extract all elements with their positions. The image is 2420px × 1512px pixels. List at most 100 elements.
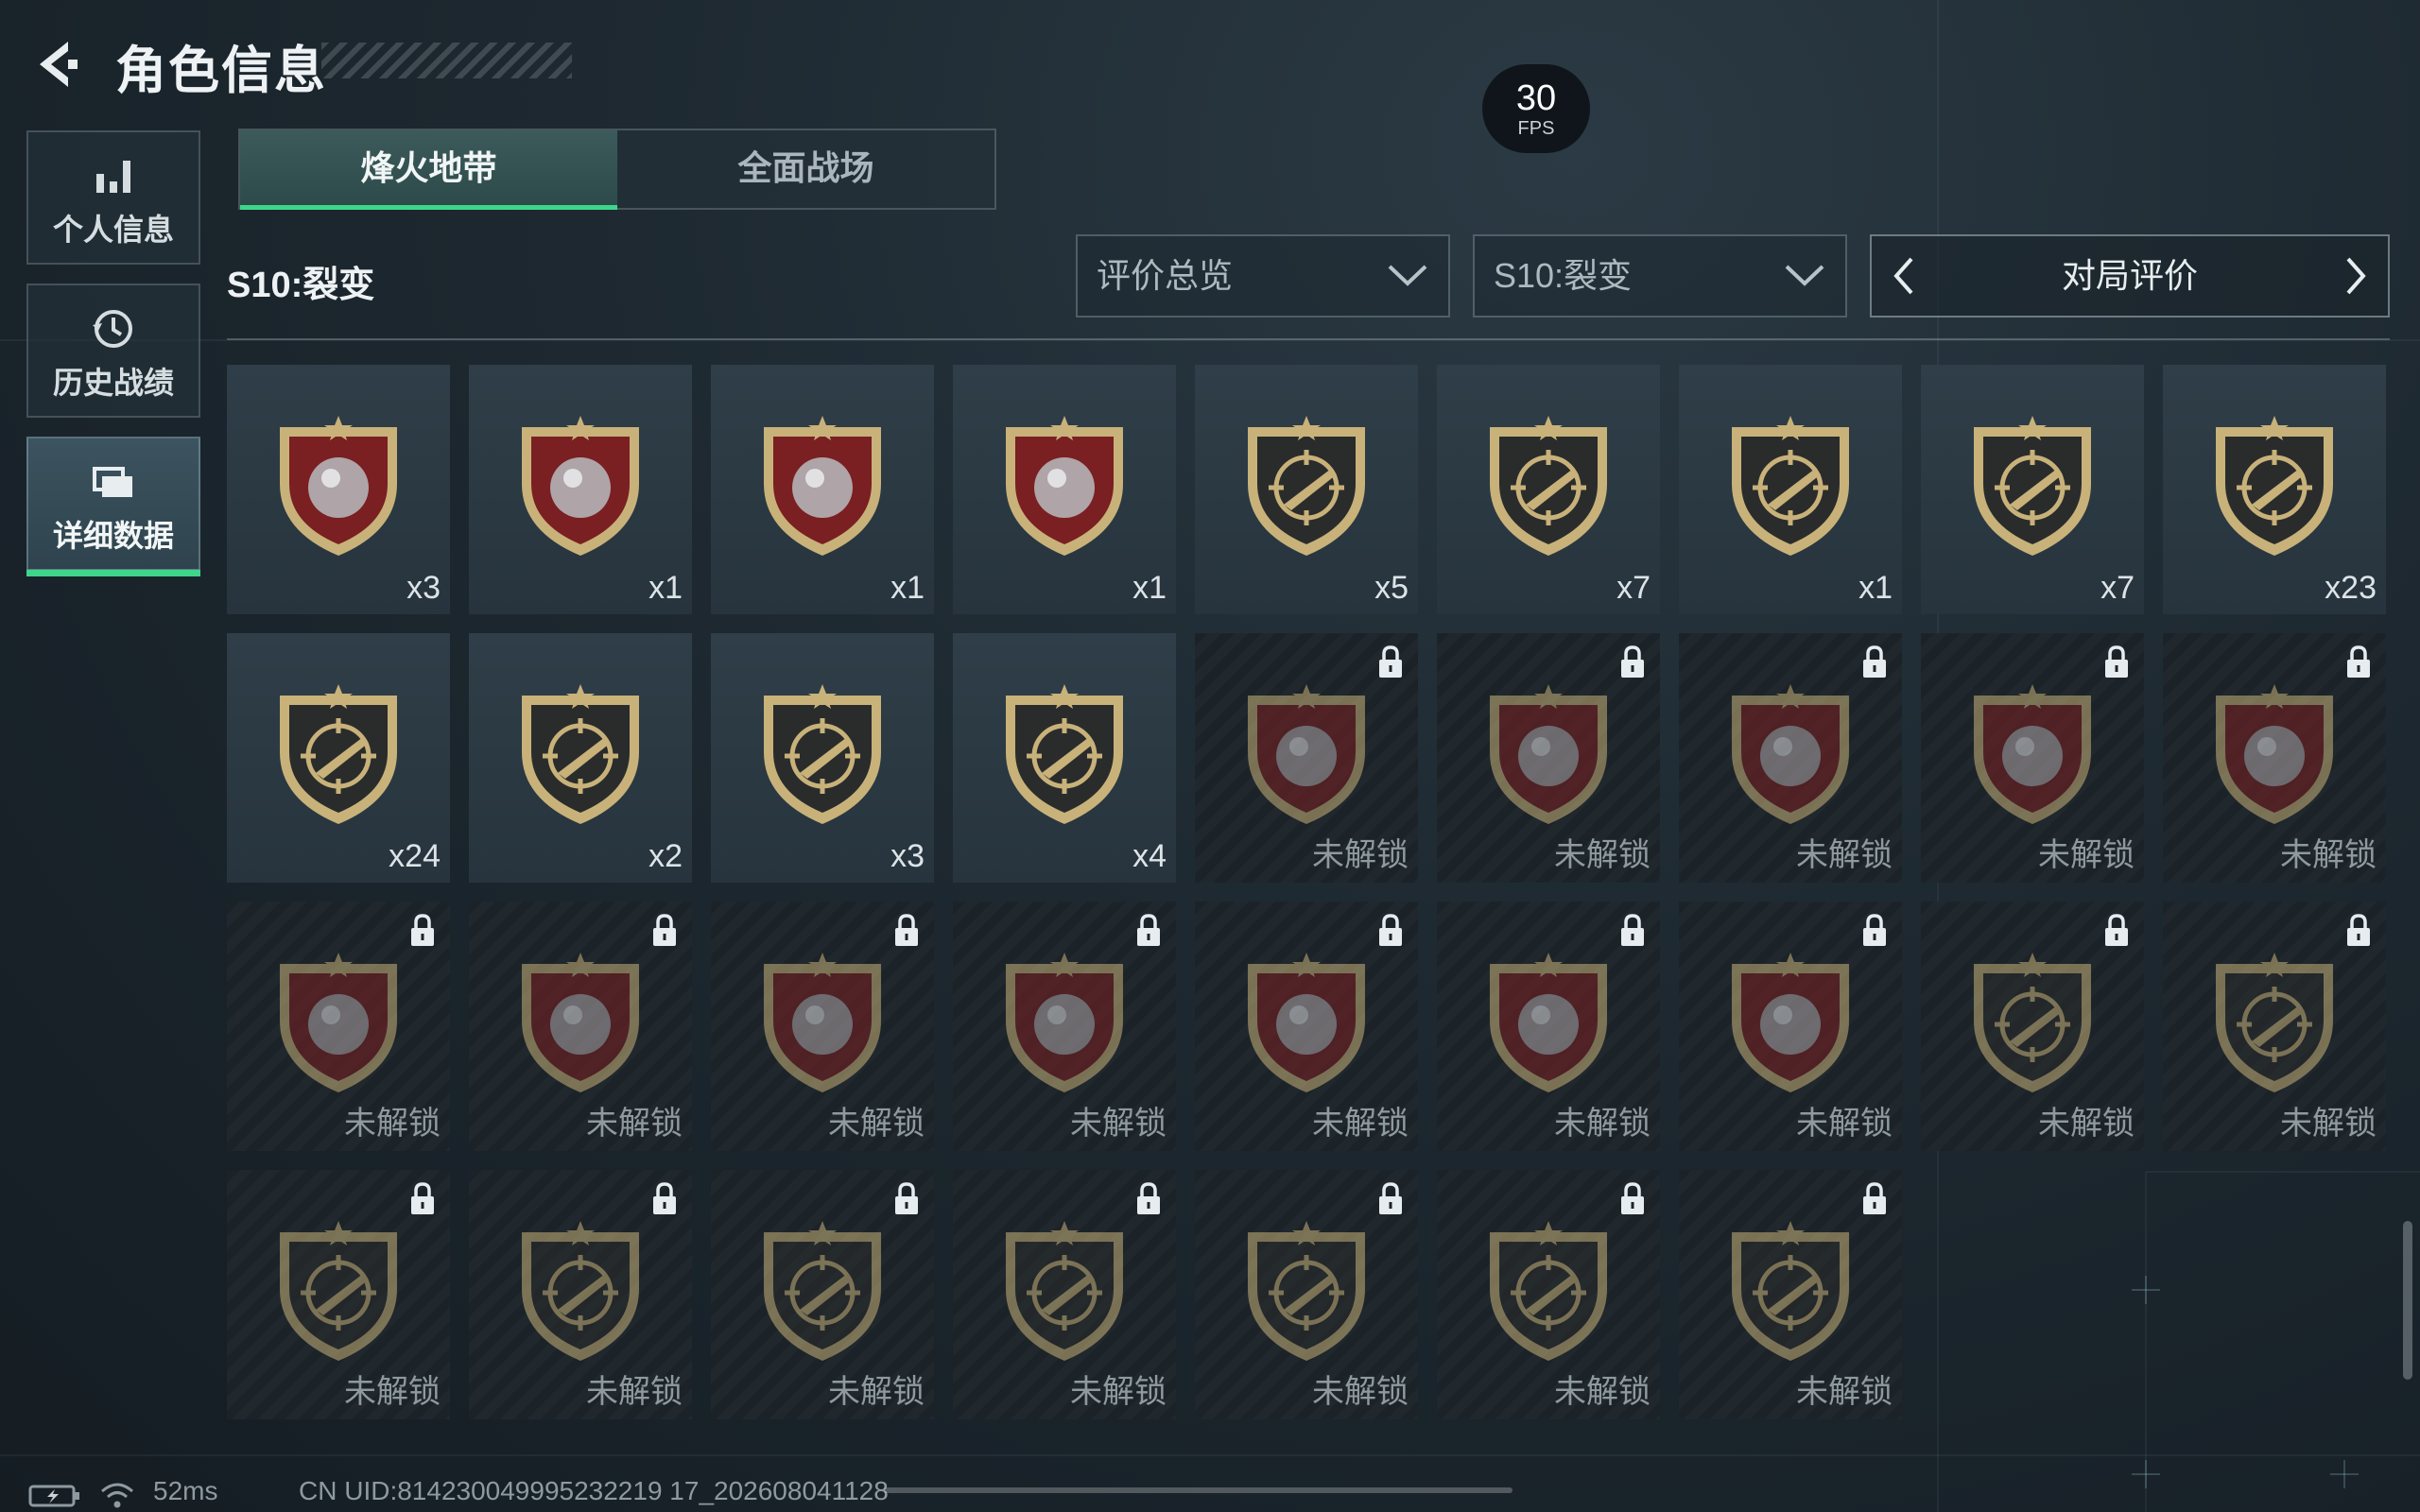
locked-label: 未解锁 <box>828 1374 925 1410</box>
medal-card[interactable]: 未解锁 <box>1679 1170 1902 1419</box>
lock-icon <box>1621 914 1644 946</box>
medal-card[interactable]: 未解锁 <box>2163 902 2386 1151</box>
locked-label: 未解锁 <box>344 1106 441 1142</box>
mode-tabs: 烽火地带 全面战场 <box>238 129 996 210</box>
locked-label: 未解锁 <box>1312 1374 1409 1410</box>
rifle-crosshair-icon <box>2216 953 2333 1092</box>
medal-card[interactable]: 未解锁 <box>1679 902 1902 1151</box>
metal-plate-icon <box>522 416 639 556</box>
nav-item-personal-info[interactable]: 个人信息 <box>26 130 200 265</box>
medal-card[interactable]: x1 <box>1679 365 1902 614</box>
lock-icon <box>653 1182 676 1214</box>
lock-icon <box>895 1182 918 1214</box>
medal-count: x1 <box>1132 570 1167 606</box>
device-icon <box>764 416 881 556</box>
medal-count: x5 <box>1374 570 1409 606</box>
tab-warzone[interactable]: 烽火地带 <box>240 130 617 210</box>
reactor-icon <box>1490 953 1607 1092</box>
medal-card[interactable]: 未解锁 <box>1195 633 1418 883</box>
lock-icon <box>2347 914 2370 946</box>
medal-card[interactable]: x1 <box>711 365 934 614</box>
medal-count: x1 <box>1858 570 1893 606</box>
knife-crosshair-icon <box>1974 416 2091 556</box>
medal-card[interactable]: x4 <box>953 633 1176 883</box>
lock-icon <box>411 914 434 946</box>
locked-label: 未解锁 <box>1554 837 1651 873</box>
medal-card[interactable]: x2 <box>469 633 692 883</box>
battery-icon <box>28 1485 79 1507</box>
locked-label: 未解锁 <box>1554 1106 1651 1142</box>
medal-card[interactable]: x7 <box>1437 365 1660 614</box>
horizontal-scrollbar[interactable] <box>884 1487 1512 1493</box>
battery-pack-icon <box>2216 684 2333 824</box>
medal-card[interactable]: x1 <box>469 365 692 614</box>
lock-icon <box>1863 914 1886 946</box>
medal-card[interactable]: 未解锁 <box>469 902 692 1151</box>
medal-card[interactable]: 未解锁 <box>1921 902 2144 1151</box>
lock-icon <box>895 914 918 946</box>
medal-card[interactable]: 未解锁 <box>1679 633 1902 883</box>
medal-count: x24 <box>389 838 441 874</box>
medal-card[interactable]: 未解锁 <box>1921 633 2144 883</box>
vertical-scrollbar[interactable] <box>2403 1221 2412 1380</box>
medal-card[interactable]: 未解锁 <box>711 902 934 1151</box>
lock-icon <box>1621 1182 1644 1214</box>
nav-item-detailed-data[interactable]: 详细数据 <box>26 437 200 576</box>
overview-dropdown[interactable]: 评价总览 <box>1076 234 1450 318</box>
chevron-right-icon[interactable] <box>2322 236 2388 316</box>
medal-card[interactable]: x5 <box>1195 365 1418 614</box>
lock-icon <box>1863 1182 1886 1214</box>
medal-card[interactable]: x3 <box>227 365 450 614</box>
pistol-crosshair-icon <box>522 1221 639 1361</box>
medal-card[interactable]: 未解锁 <box>2163 633 2386 883</box>
lock-icon <box>653 914 676 946</box>
locked-label: 未解锁 <box>2038 1106 2135 1142</box>
tab-full-battlefield[interactable]: 全面战场 <box>617 130 994 208</box>
shotgun-crosshair-icon <box>1974 953 2091 1092</box>
mask-crosshair-icon <box>1248 1221 1365 1361</box>
history-clock-icon <box>93 310 132 348</box>
medal-card[interactable]: 未解锁 <box>227 1170 450 1419</box>
nav-item-match-history[interactable]: 历史战绩 <box>26 284 200 418</box>
medal-card[interactable]: 未解锁 <box>227 902 450 1151</box>
fps-unit: FPS <box>1517 118 1555 139</box>
medal-card[interactable]: 未解锁 <box>1437 633 1660 883</box>
rifle-crosshair-icon <box>1248 416 1365 556</box>
medal-count: x7 <box>2100 570 2135 606</box>
medal-card[interactable]: 未解锁 <box>711 1170 934 1419</box>
wreath-emblem-icon <box>280 684 397 824</box>
medal-card[interactable]: x23 <box>2163 365 2386 614</box>
medal-count: x3 <box>406 570 441 606</box>
crystal-icon <box>1732 953 1849 1092</box>
medal-card[interactable]: x24 <box>227 633 450 883</box>
medal-card[interactable]: x7 <box>1921 365 2144 614</box>
chevron-down-icon <box>1388 265 1427 286</box>
medal-card[interactable]: 未解锁 <box>469 1170 692 1419</box>
nav-label: 详细数据 <box>52 519 174 553</box>
chessboard-icon <box>1006 953 1123 1092</box>
lock-icon <box>1379 645 1402 678</box>
medal-card[interactable]: 未解锁 <box>1437 902 1660 1151</box>
medal-card[interactable]: 未解锁 <box>953 902 1176 1151</box>
circuit-board-icon <box>1974 684 2091 824</box>
section-divider <box>227 338 2390 340</box>
skull-star-icon <box>2216 416 2333 556</box>
computer-icon <box>1732 684 1849 824</box>
locked-label: 未解锁 <box>586 1106 683 1142</box>
season-dropdown[interactable]: S10:裂变 <box>1473 234 1847 318</box>
season-dropdown-value: S10:裂变 <box>1494 256 1633 295</box>
medal-grid: x3 x1 x1 x1 x5 x7 x1 x7 x23 x24 x2 x3 x4 未解锁 未解锁 未解锁 未解锁… <box>227 365 2392 1419</box>
uid-text: CN UID:814230049995232219 17_20260804112… <box>299 1476 889 1505</box>
lock-icon <box>1863 645 1886 678</box>
medal-card[interactable]: 未解锁 <box>1195 902 1418 1151</box>
back-arrow-icon[interactable] <box>28 36 85 93</box>
medal-card[interactable]: 未解锁 <box>953 1170 1176 1419</box>
medal-card[interactable]: 未解锁 <box>1437 1170 1660 1419</box>
medal-count: x23 <box>2325 570 2377 606</box>
locked-label: 未解锁 <box>344 1374 441 1410</box>
medal-card[interactable]: x1 <box>953 365 1176 614</box>
medal-card[interactable]: 未解锁 <box>1195 1170 1418 1419</box>
bar-chart-icon <box>96 161 130 193</box>
fps-counter: 30 FPS <box>1482 64 1590 153</box>
medal-card[interactable]: x3 <box>711 633 934 883</box>
